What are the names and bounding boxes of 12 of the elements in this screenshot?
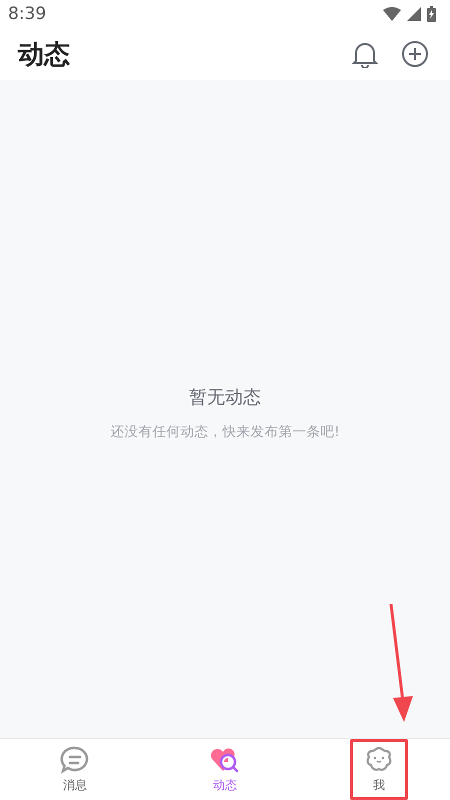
add-icon[interactable] — [400, 39, 430, 69]
wifi-icon — [383, 7, 401, 21]
chat-bubble-icon — [59, 745, 91, 775]
battery-icon — [427, 6, 436, 22]
tab-bar-item[interactable]: 我 — [350, 739, 408, 800]
tab-bar-item[interactable]: 动态 — [150, 739, 300, 800]
empty-title: 暂无动态 — [189, 386, 261, 409]
page-title: 动态 — [18, 38, 70, 72]
signal-icon — [407, 7, 421, 21]
tab-bar-item[interactable]: 消息 — [0, 739, 150, 800]
empty-message: 还没有任何动态，快来发布第一条吧! — [110, 423, 340, 441]
status-time: 8:39 — [8, 4, 46, 24]
